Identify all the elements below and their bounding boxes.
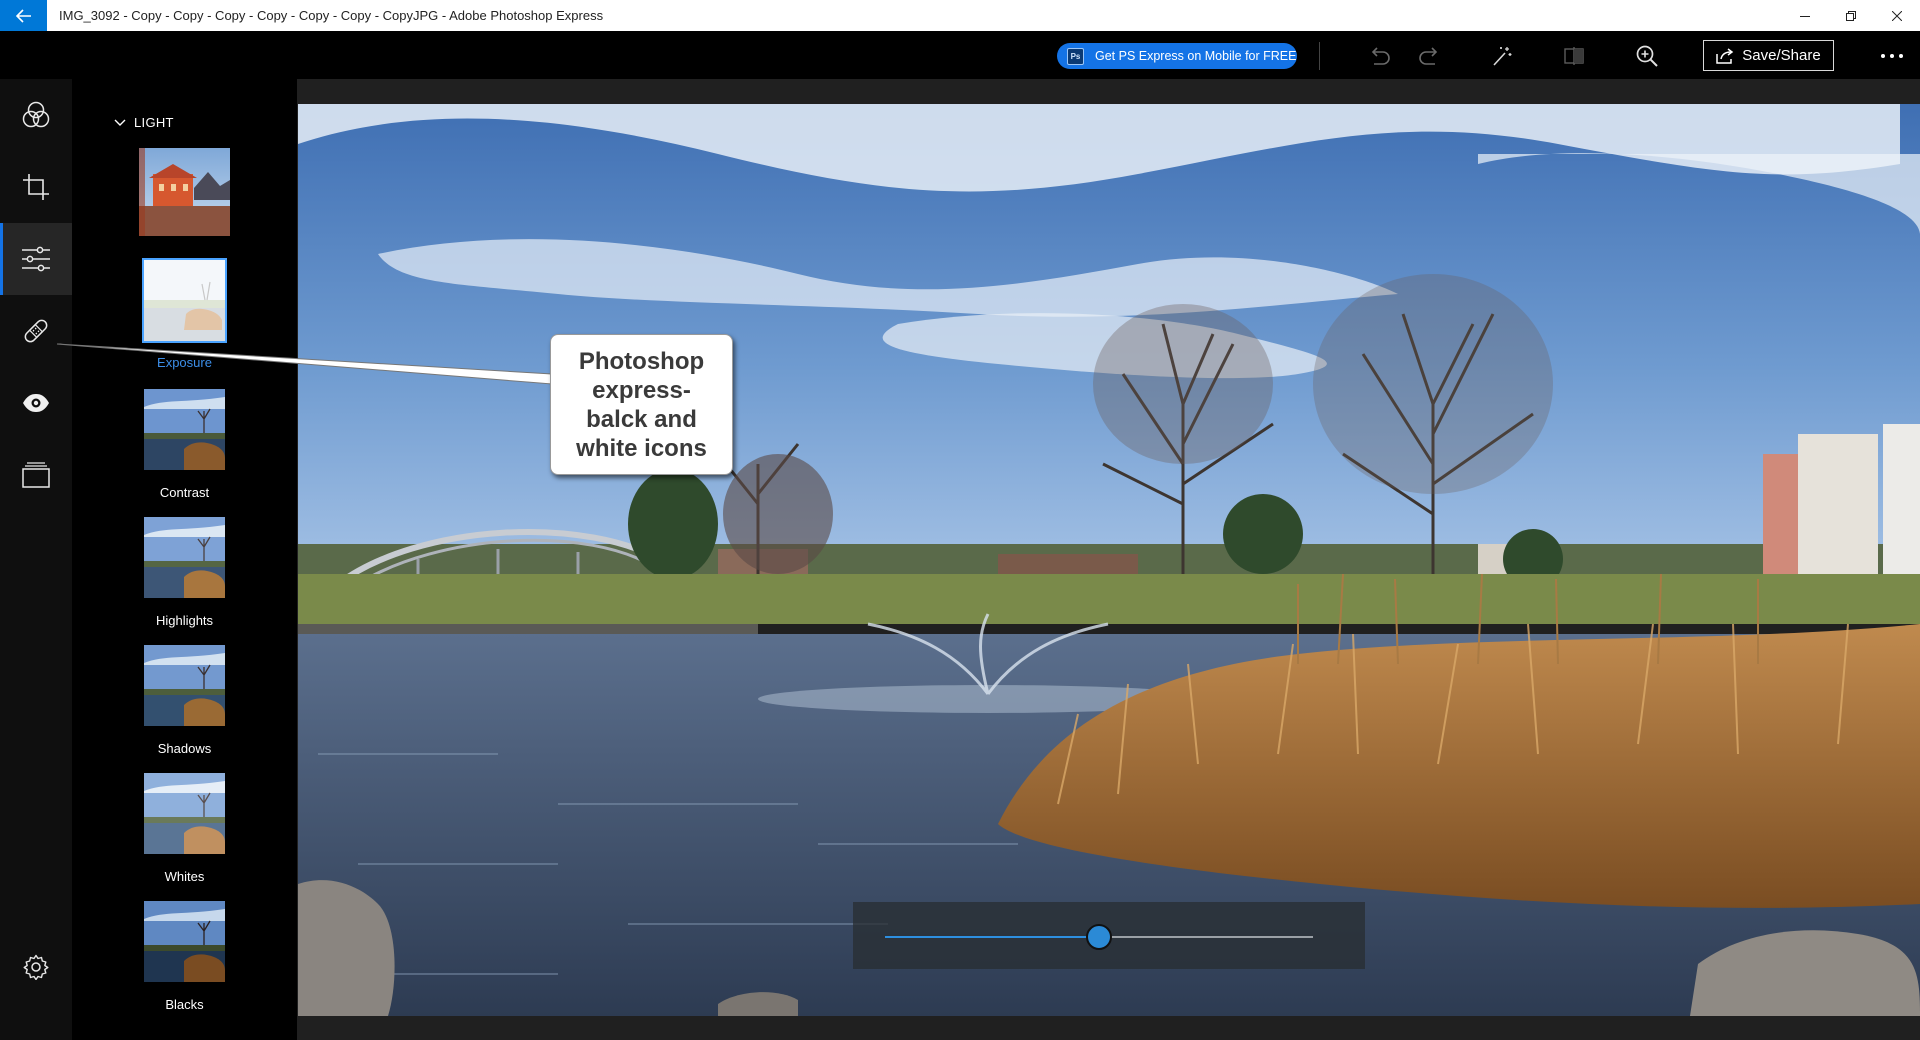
photo-canvas[interactable]	[298, 104, 1920, 1016]
toolbar-divider	[1319, 42, 1320, 70]
close-icon	[1892, 10, 1902, 21]
shadows-thumbnail	[144, 645, 225, 726]
save-share-label: Save/Share	[1742, 47, 1821, 64]
settings-gear-icon	[23, 954, 49, 980]
crop-icon	[23, 174, 49, 200]
adjustments-panel: LIGHT Exposure Contrast Highlights Shado…	[72, 79, 297, 1040]
contrast-thumbnail	[144, 389, 225, 470]
thumbnail-label: Blacks	[165, 997, 204, 1012]
preset-thumbnail-item[interactable]	[72, 148, 297, 236]
section-title: LIGHT	[134, 115, 174, 130]
highlights-thumbnail	[144, 517, 225, 598]
ps-logo-icon: Ps	[1067, 47, 1084, 65]
redo-button[interactable]	[1417, 43, 1443, 69]
adjustment-slider-handle[interactable]	[1086, 924, 1112, 950]
back-arrow-icon	[15, 8, 31, 23]
minimize-icon	[1800, 15, 1810, 17]
whites-item[interactable]: Whites	[72, 773, 297, 884]
back-button[interactable]	[0, 0, 47, 31]
borders-button[interactable]	[0, 439, 72, 511]
looks-button[interactable]	[0, 79, 72, 151]
auto-fix-button[interactable]	[1489, 43, 1515, 69]
borders-icon	[22, 462, 50, 488]
light-section-header[interactable]: LIGHT	[114, 115, 174, 130]
restore-button[interactable]	[1828, 0, 1874, 31]
eye-icon	[23, 394, 49, 412]
title-bar: IMG_3092 - Copy - Copy - Copy - Copy - C…	[0, 0, 1920, 31]
whites-thumbnail	[144, 773, 225, 854]
adjustments-button[interactable]	[0, 223, 72, 295]
top-toolbar: Ps Get PS Express on Mobile for FREE Sav…	[0, 31, 1920, 79]
settings-button[interactable]	[0, 931, 72, 1003]
chevron-down-icon	[114, 119, 126, 126]
tool-rail	[0, 79, 72, 1040]
compare-icon	[1564, 47, 1584, 65]
preset-thumbnail	[139, 148, 230, 236]
looks-icon	[22, 101, 50, 128]
more-options-button[interactable]	[1878, 43, 1906, 69]
save-share-button[interactable]: Save/Share	[1703, 40, 1834, 71]
zoom-in-icon	[1636, 45, 1658, 67]
thumbnail-label: Shadows	[157, 741, 212, 756]
more-dots-icon	[1881, 54, 1903, 58]
exposure-item[interactable]: Exposure	[72, 258, 297, 370]
healing-button[interactable]	[0, 295, 72, 367]
adjustment-slider-fill	[885, 936, 1099, 938]
window-controls	[1782, 0, 1920, 31]
zoom-button[interactable]	[1634, 43, 1660, 69]
blacks-thumbnail	[144, 901, 225, 982]
blacks-item[interactable]: Blacks	[72, 901, 297, 1012]
restore-icon	[1846, 10, 1856, 21]
thumbnail-label: Exposure	[157, 355, 212, 370]
minimize-button[interactable]	[1782, 0, 1828, 31]
undo-icon	[1371, 47, 1390, 65]
red-eye-button[interactable]	[0, 367, 72, 439]
undo-button[interactable]	[1366, 43, 1392, 69]
thumbnail-label: Contrast	[159, 485, 210, 500]
compare-button[interactable]	[1561, 43, 1587, 69]
get-mobile-app-button[interactable]: Ps Get PS Express on Mobile for FREE	[1057, 43, 1297, 69]
highlights-item[interactable]: Highlights	[72, 517, 297, 628]
annotation-callout: Photoshop express- balck and white icons	[550, 334, 733, 475]
thumbnail-label: Highlights	[155, 613, 214, 628]
shadows-item[interactable]: Shadows	[72, 645, 297, 756]
magic-wand-icon	[1493, 47, 1512, 66]
crop-button[interactable]	[0, 151, 72, 223]
redo-icon	[1419, 47, 1438, 65]
thumbnail-label: Whites	[164, 869, 205, 884]
promo-label: Get PS Express on Mobile for FREE	[1095, 49, 1297, 63]
healing-bandage-icon	[24, 319, 48, 343]
contrast-item[interactable]: Contrast	[72, 389, 297, 500]
adjustment-slider-panel	[853, 902, 1365, 969]
window-title: IMG_3092 - Copy - Copy - Copy - Copy - C…	[59, 8, 604, 23]
share-icon	[1716, 47, 1734, 64]
exposure-thumbnail	[142, 258, 227, 343]
close-button[interactable]	[1874, 0, 1920, 31]
adjustments-icon	[22, 246, 50, 272]
